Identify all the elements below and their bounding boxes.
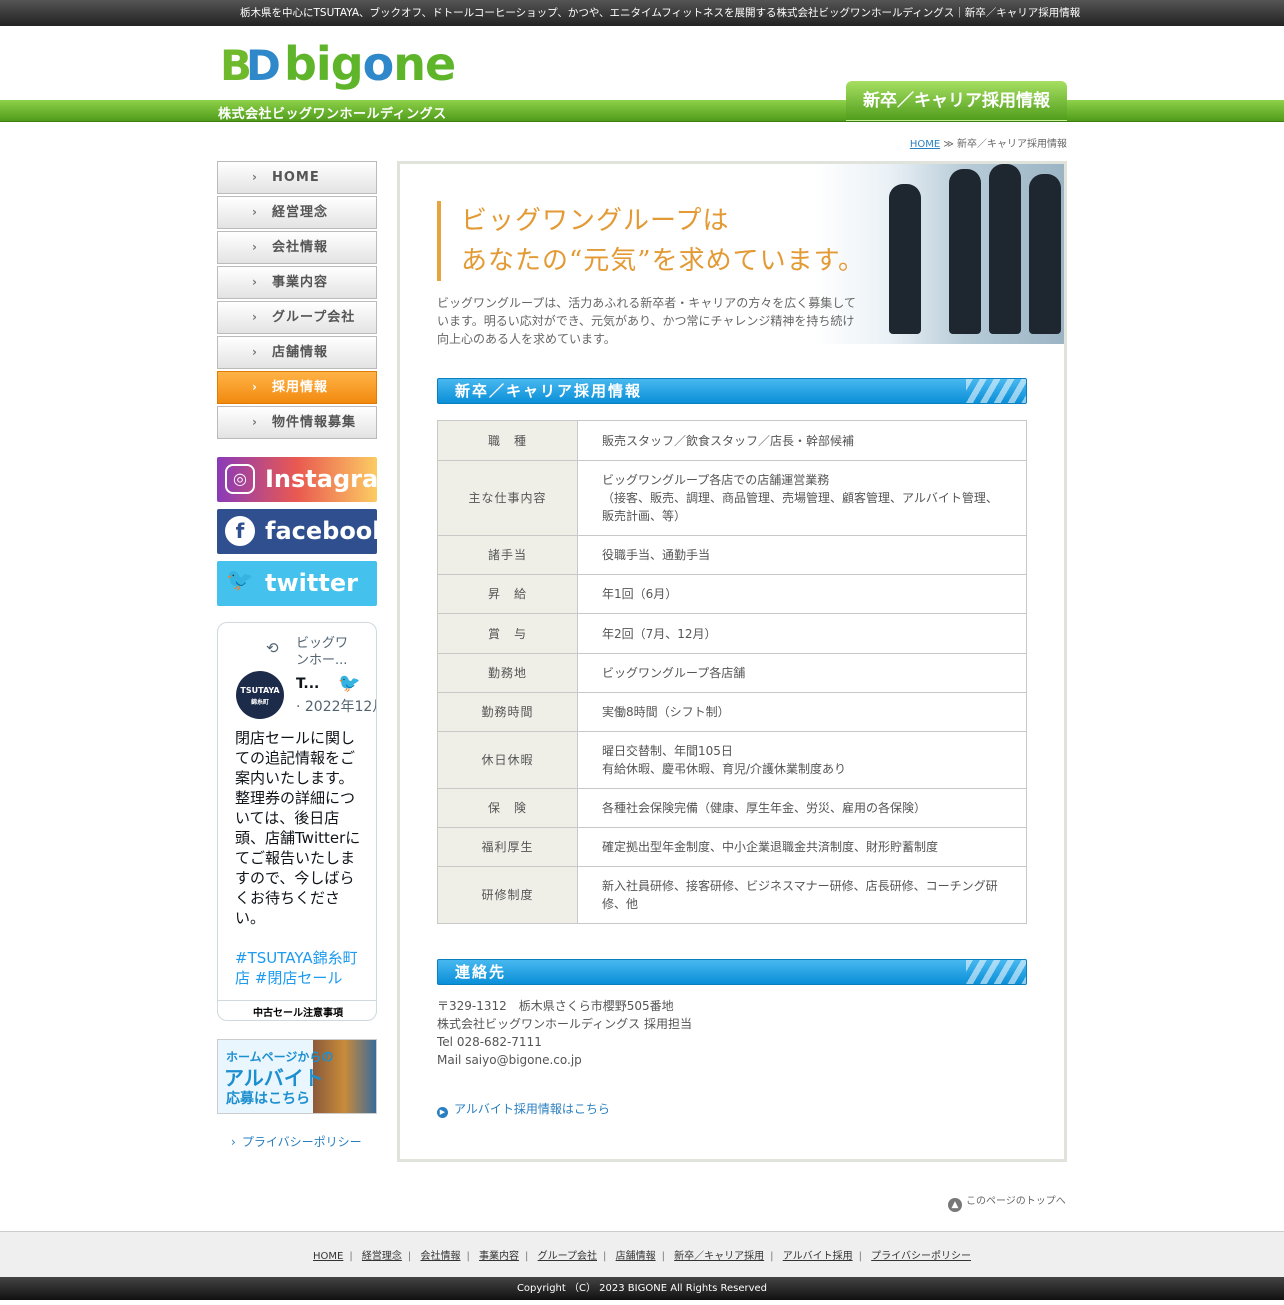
nav-company-button[interactable]: › 会社情報	[217, 231, 377, 264]
table-row: 職 種販売スタッフ／飲食スタッフ／店長・幹部候補	[437, 420, 1027, 461]
arrow-up-circle-icon: ▲	[948, 1198, 962, 1212]
company-name: 株式会社ビッグワンホールディングス	[218, 107, 447, 122]
businessman-figure	[949, 169, 981, 334]
copyright: Copyright （C） 2023 BIGONE All Rights Res…	[0, 1277, 1284, 1300]
contact-address: 〒329-1312 栃木県さくら市櫻野505番地	[437, 999, 674, 1013]
chevron-right-icon: ›	[252, 240, 258, 254]
table-row: 昇 給年1回（6月）	[437, 574, 1027, 614]
privacy-policy-link[interactable]: › プライバシーポリシー	[231, 1133, 362, 1150]
nav-stores-button[interactable]: › 店舗情報	[217, 336, 377, 369]
table-row: 諸手当 役職手当、通勤手当	[437, 535, 1027, 575]
facebook-icon: f	[225, 516, 255, 546]
chevron-right-icon: ›	[252, 275, 258, 289]
logo-wordmark: bigone	[284, 37, 456, 91]
logo-mark: BD	[220, 41, 281, 90]
footer-link-parttime[interactable]: アルバイト採用	[783, 1251, 853, 1262]
breadcrumb: HOME ≫ 新卒／キャリア採用情報	[700, 135, 1067, 150]
businessman-figure	[889, 184, 921, 334]
breadcrumb-separator: ≫	[940, 139, 957, 150]
breadcrumb-home-link[interactable]: HOME	[910, 139, 940, 150]
chevron-right-icon: ›	[252, 415, 258, 429]
footer-link-philosophy[interactable]: 経営理念	[362, 1251, 402, 1262]
facebook-banner[interactable]: f facebook	[217, 509, 388, 554]
tweet-hashtags[interactable]: #TSUTAYA錦糸町店 #閉店セール	[235, 948, 365, 988]
header: BD bigone 株式会社ビッグワンホールディングス 新卒／キャリア採用情報	[0, 26, 1284, 126]
chevron-right-icon: ›	[231, 1135, 236, 1149]
section-heading-contact: 連絡先	[437, 959, 1027, 985]
table-row: 勤務時間 実働8時間（シフト制）	[437, 692, 1027, 732]
chevron-right-icon: ›	[252, 380, 258, 394]
part-time-recruit-link[interactable]: ▶ アルバイト採用情報はこちら	[437, 1100, 610, 1118]
contact-tel: Tel 028-682-7111	[437, 1035, 542, 1049]
nav-property-button[interactable]: › 物件情報募集	[217, 406, 377, 439]
tweet-date[interactable]: · 2022年12月	[296, 696, 376, 716]
table-row: 勤務地 ビッグワングループ各店舗	[437, 653, 1027, 693]
nav-philosophy-button[interactable]: › 経営理念	[217, 196, 377, 229]
nav-group-button[interactable]: › グループ会社	[217, 301, 377, 334]
tweet-text: 閉店セールに関しての追記情報をご案内いたします。整理券の詳細については、後日店頭…	[235, 729, 361, 927]
hero: ビッグワングループは あなたの“元気”を求めています。 ビッグワングループは、活…	[400, 164, 1064, 354]
embedded-tweet[interactable]: ⟲ ビッグワンホー... TSUTAYA 錦糸町 T... 🐦 · 2022年12…	[217, 622, 377, 1021]
avatar[interactable]: TSUTAYA 錦糸町	[236, 671, 284, 719]
nav-home-button[interactable]: › HOME	[217, 161, 377, 194]
footer-link-recruit[interactable]: 新卒／キャリア採用	[674, 1251, 764, 1262]
table-row: 保 険各種社会保険完備（健康、厚生年金、労災、雇用の各保険）	[437, 788, 1027, 828]
chevron-right-icon: ›	[252, 345, 258, 359]
retweeter-name[interactable]: ビッグワンホー...	[296, 635, 356, 669]
contact-info: 〒329-1312 栃木県さくら市櫻野505番地 株式会社ビッグワンホールディン…	[437, 997, 1027, 1069]
businessman-figure	[989, 164, 1021, 334]
footer-link-privacy[interactable]: プライバシーポリシー	[871, 1251, 971, 1262]
footer-link-group[interactable]: グループ会社	[538, 1251, 597, 1262]
chevron-right-icon: ›	[252, 310, 258, 324]
recruit-info-table: 職 種販売スタッフ／飲食スタッフ／店長・幹部候補 主な仕事内容 ビッグワングループ…	[437, 420, 1027, 924]
contact-company: 株式会社ビッグワンホールディングス 採用担当	[437, 1017, 692, 1031]
chevron-right-icon: ›	[252, 205, 258, 219]
nav-business-button[interactable]: › 事業内容	[217, 266, 377, 299]
arrow-right-circle-icon: ▶	[437, 1107, 448, 1118]
top-bar: 栃木県を中心にTSUTAYA、ブックオフ、ドトールコーヒーショップ、かつや、エニ…	[0, 0, 1284, 26]
hero-lead-text: ビッグワングループは、活力あふれる新卒者・キャリアの方々を広く募集しています。明…	[437, 296, 856, 346]
part-time-apply-banner[interactable]: ホームページからの アルバイト 応募はこちら	[217, 1039, 377, 1114]
contact-mail: Mail saiyo@bigone.co.jp	[437, 1053, 582, 1067]
instagram-icon: ◎	[225, 464, 255, 494]
bigone-logo[interactable]: BD bigone	[220, 38, 456, 92]
breadcrumb-current: 新卒／キャリア採用情報	[957, 139, 1067, 150]
footer-link-stores[interactable]: 店舗情報	[616, 1251, 656, 1262]
main-content: ビッグワングループは あなたの“元気”を求めています。 ビッグワングループは、活…	[397, 161, 1067, 1162]
table-row: 研修制度 新入社員研修、接客研修、ビジネスマナー研修、店長研修、コーチング研修、他	[437, 866, 1027, 924]
table-row: 賞 与年2回（7月、12月）	[437, 613, 1027, 654]
retweet-icon: ⟲	[266, 639, 279, 657]
sidebar: › HOME › 経営理念 › 会社情報 › 事業内容 › グループ会社 › 店舗情報 › 採…	[217, 161, 403, 1149]
businessman-figure	[1029, 174, 1061, 334]
recruit-header-tab[interactable]: 新卒／キャリア採用情報	[846, 81, 1067, 121]
twitter-banner[interactable]: 🐦 twitter	[217, 561, 377, 606]
footer-nav: HOME | 経営理念 | 会社情報 | 事業内容 | グループ会社 | 店舗情報 | 新卒…	[0, 1231, 1284, 1277]
section-heading-recruit: 新卒／キャリア採用情報	[437, 378, 1027, 404]
instagram-banner[interactable]: ◎ Instagram	[217, 457, 403, 502]
hero-headline: ビッグワングループは あなたの“元気”を求めています。	[437, 201, 865, 281]
tweet-user-name[interactable]: T...	[296, 676, 319, 692]
footer-link-company[interactable]: 会社情報	[420, 1251, 460, 1262]
table-row: 福利厚生 確定拠出型年金制度、中小企業退職金共済制度、財形貯蓄制度	[437, 827, 1027, 867]
tweet-image[interactable]: 中古セール注意事項	[218, 1000, 376, 1020]
footer-link-home[interactable]: HOME	[313, 1251, 343, 1262]
twitter-bird-icon: 🐦	[226, 568, 254, 593]
table-row: 休日休暇 曜日交替制、年間105日 有給休暇、慶弔休暇、育児/介護休業制度あり	[437, 731, 1027, 789]
header-green-band	[0, 100, 1284, 122]
twitter-bird-icon[interactable]: 🐦	[338, 673, 360, 694]
page-top-link[interactable]: ▲ このページのトップへ	[948, 1192, 1066, 1212]
footer-link-business[interactable]: 事業内容	[479, 1251, 519, 1262]
top-bar-text: 栃木県を中心にTSUTAYA、ブックオフ、ドトールコーヒーショップ、かつや、エニ…	[240, 7, 1081, 19]
table-row: 主な仕事内容 ビッグワングループ各店での店舗運営業務 （接客、販売、調理、商品管理…	[437, 460, 1027, 536]
nav-recruit-button[interactable]: › 採用情報	[217, 371, 377, 404]
chevron-right-icon: ›	[252, 170, 258, 184]
